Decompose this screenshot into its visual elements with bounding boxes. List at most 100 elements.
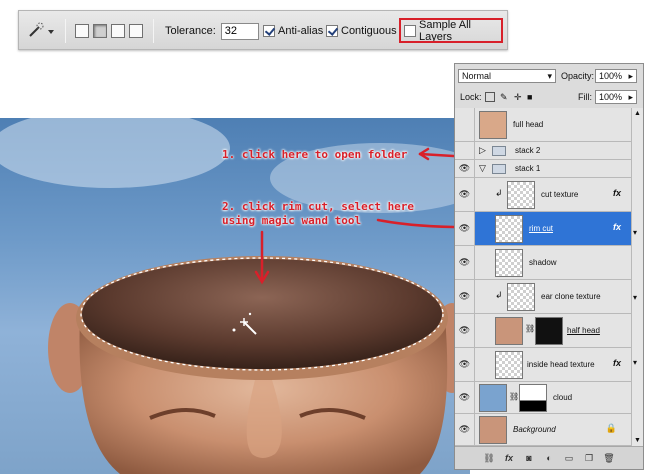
new-selection-button[interactable]	[75, 24, 89, 38]
link-icon[interactable]: ⛓	[509, 392, 519, 401]
layer-name: stack 2	[515, 146, 541, 155]
layer-name: full head	[513, 120, 544, 129]
visibility-toggle[interactable]	[455, 142, 475, 159]
trash-icon[interactable]: 🗑	[603, 452, 616, 465]
layer-name: inside head texture	[527, 360, 595, 369]
lock-all-icon[interactable]: ■	[527, 92, 532, 102]
screenshot: Tolerance: Anti-alias Contiguous Sample …	[0, 0, 661, 474]
link-layers-icon[interactable]: ⛓	[483, 452, 496, 465]
eye-icon[interactable]: 👁	[455, 178, 475, 211]
layer-row-cloud[interactable]: 👁 ⛓ cloud	[455, 382, 631, 414]
eye-icon[interactable]: 👁	[455, 246, 475, 279]
eye-icon[interactable]: 👁	[455, 280, 475, 313]
fx-icon[interactable]: fx	[613, 188, 621, 198]
options-bar: Tolerance: Anti-alias Contiguous Sample …	[18, 10, 508, 50]
lock-paint-icon[interactable]: ✎	[500, 92, 508, 103]
tool-preset-picker[interactable]	[25, 11, 55, 51]
layer-row-shadow[interactable]: 👁 shadow	[455, 246, 631, 280]
opacity-input[interactable]: 100% ▸	[595, 69, 637, 83]
expand-effects-icon[interactable]: ▾	[633, 358, 637, 367]
layer-thumbnail	[495, 249, 523, 277]
layer-thumbnail	[479, 416, 507, 444]
layer-name: half head	[567, 326, 600, 335]
folder-collapsed-icon[interactable]: ▷	[479, 145, 486, 156]
layer-row-background[interactable]: 👁 Background 🔒	[455, 414, 631, 446]
chevron-right-icon: ▸	[628, 91, 633, 102]
contiguous-label: Contiguous	[341, 25, 397, 37]
intersect-selection-button[interactable]	[129, 24, 143, 38]
opacity-label: Opacity:	[561, 71, 595, 81]
magic-wand-icon	[29, 22, 54, 37]
layer-mask-thumbnail[interactable]	[519, 384, 547, 412]
eye-icon[interactable]: 👁	[455, 314, 475, 347]
blend-row: Normal ▾ Opacity: 100% ▸	[455, 66, 643, 86]
lock-move-icon[interactable]: ✛	[514, 92, 522, 103]
lock-icon: 🔒	[605, 423, 617, 433]
anti-alias-checkbox[interactable]: Anti-alias	[263, 11, 323, 51]
fx-icon[interactable]: fx	[613, 358, 621, 368]
layer-row-ear-clone-texture[interactable]: 👁 ↲ ear clone texture	[455, 280, 631, 314]
layer-name: rim cut	[529, 224, 553, 233]
contiguous-check-icon	[326, 25, 338, 37]
layer-row-half-head[interactable]: 👁 ⛓ half head	[455, 314, 631, 348]
blend-mode-select[interactable]: Normal ▾	[458, 69, 556, 83]
expand-effects-icon[interactable]: ▾	[633, 228, 637, 237]
layer-mask-thumbnail[interactable]	[535, 317, 563, 345]
subtract-from-selection-button[interactable]	[111, 24, 125, 38]
eye-icon[interactable]: 👁	[455, 348, 475, 381]
layer-name: stack 1	[515, 164, 541, 173]
layer-row-rim-cut[interactable]: 👁 rim cut fx	[455, 212, 631, 246]
layer-thumbnail	[507, 283, 535, 311]
folder-icon	[492, 164, 506, 174]
eye-icon[interactable]: 👁	[455, 160, 475, 177]
add-mask-icon[interactable]: ◙	[523, 452, 536, 465]
layer-thumbnail	[479, 384, 507, 412]
add-layer-style-button[interactable]: fx	[503, 452, 516, 465]
layer-name: cloud	[553, 393, 573, 402]
cloud-shape	[0, 118, 230, 188]
fill-input[interactable]: 100% ▸	[595, 90, 637, 104]
eye-icon[interactable]: 👁	[455, 212, 475, 245]
fx-icon[interactable]: fx	[613, 222, 621, 232]
expand-effects-icon[interactable]: ▾	[633, 293, 637, 302]
annotation-step-2-line-2: using magic wand tool	[222, 214, 362, 227]
layer-row-stack-1[interactable]: 👁 ▽ stack 1	[455, 160, 631, 178]
layer-thumbnail	[495, 351, 523, 379]
layer-row-full-head[interactable]: full head	[455, 108, 631, 142]
anti-alias-check-icon	[263, 25, 275, 37]
layers-list: full head ▷ stack 2 👁 ▽ stack 1 👁 ↲ cut …	[455, 108, 631, 446]
layer-row-cut-texture[interactable]: 👁 ↲ cut texture fx	[455, 178, 631, 212]
tolerance-label: Tolerance:	[165, 25, 216, 37]
canvas-photo[interactable]	[0, 118, 470, 474]
layers-footer: ⛓ fx ◙ ◐ ▭ ❐ 🗑	[455, 446, 643, 469]
scroll-up-icon[interactable]: ▲	[634, 110, 641, 117]
new-layer-icon[interactable]: ❐	[583, 452, 596, 465]
add-to-selection-button[interactable]	[93, 24, 107, 38]
chevron-right-icon: ▸	[628, 70, 633, 81]
eye-icon[interactable]: 👁	[455, 414, 475, 445]
separator	[153, 19, 154, 43]
layer-row-inside-head-texture[interactable]: 👁 inside head texture fx	[455, 348, 631, 382]
layer-name: cut texture	[541, 190, 579, 199]
adjustment-layer-icon[interactable]: ◐	[543, 452, 556, 465]
layer-thumbnail	[479, 111, 507, 139]
layers-scrollbar[interactable]: ▲ ▼ ▾ ▾ ▾	[631, 108, 643, 446]
annotation-step-1: 1. click here to open folder	[222, 148, 408, 161]
eye-icon[interactable]: 👁	[455, 382, 475, 413]
folder-expanded-icon[interactable]: ▽	[479, 163, 486, 174]
new-group-icon[interactable]: ▭	[563, 452, 576, 465]
clip-arrow-icon: ↲	[495, 290, 503, 300]
contiguous-checkbox[interactable]: Contiguous	[326, 11, 397, 51]
layer-thumbnail	[495, 317, 523, 345]
layer-row-stack-2[interactable]: ▷ stack 2	[455, 142, 631, 160]
fill-value: 100%	[599, 92, 623, 102]
blend-mode-value: Normal	[462, 71, 492, 81]
scroll-down-icon[interactable]: ▼	[634, 437, 641, 444]
link-icon[interactable]: ⛓	[525, 324, 535, 333]
visibility-toggle[interactable]	[455, 108, 475, 141]
tolerance-input[interactable]	[220, 22, 259, 40]
layer-thumbnail	[507, 181, 535, 209]
lock-transparent-icon[interactable]	[485, 92, 495, 102]
anti-alias-label: Anti-alias	[278, 25, 324, 37]
layer-name: Background	[513, 425, 556, 434]
